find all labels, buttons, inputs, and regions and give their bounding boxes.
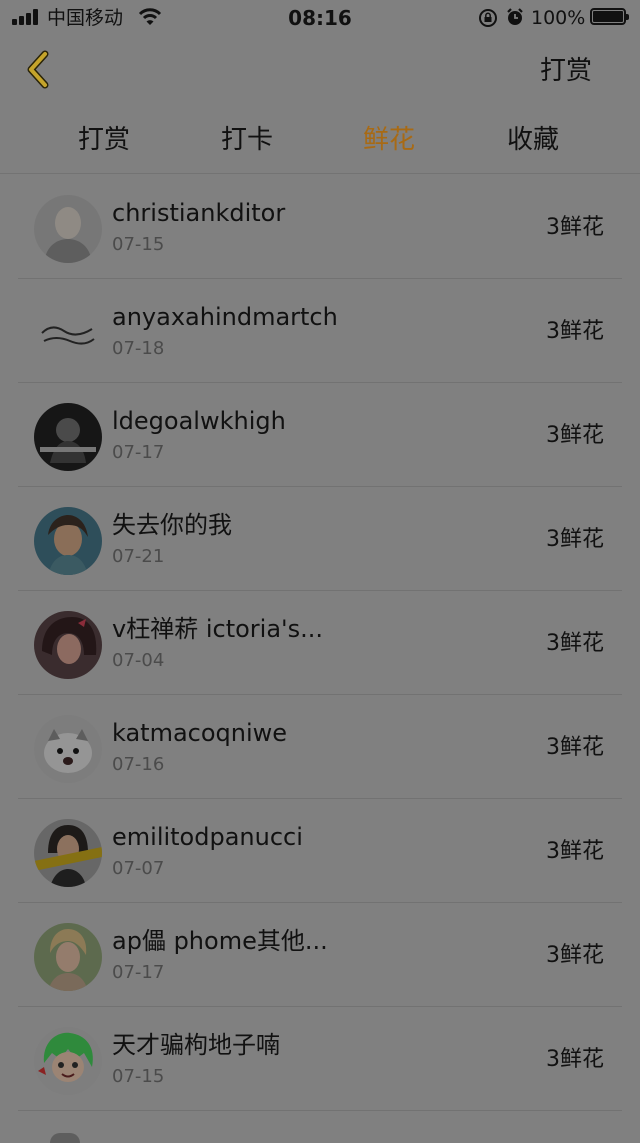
- user-name: katmacoqniwe: [112, 719, 288, 747]
- flower-count: 3鲜花: [546, 631, 604, 656]
- back-chevron-icon[interactable]: [18, 50, 62, 94]
- tab-favorites[interactable]: 收藏: [473, 122, 593, 158]
- user-name: 失去你的我: [112, 511, 232, 539]
- list-item[interactable]: katmacoqniwe 07-16 3鲜花: [0, 695, 640, 799]
- flower-gift-list: christiankditor 07-15 3鲜花 anyaxahindmart…: [0, 175, 640, 1111]
- avatar: [34, 507, 102, 575]
- alarm-icon: [507, 8, 523, 25]
- user-name: emilitodpanucci: [112, 823, 303, 851]
- list-item[interactable]: 天才骗枸地子喃 07-15 3鲜花: [0, 1007, 640, 1111]
- user-name: v枉禅菥 ictoria's...: [112, 615, 324, 643]
- gift-date: 07-16: [112, 754, 165, 775]
- flower-count: 3鲜花: [546, 527, 604, 552]
- flower-count: 3鲜花: [546, 215, 604, 240]
- list-item[interactable]: emilitodpanucci 07-07 3鲜花: [0, 799, 640, 903]
- navigation-bar: 打赏: [0, 36, 640, 108]
- user-name: ldegoalwkhigh: [112, 407, 286, 435]
- flower-count: 3鲜花: [546, 839, 604, 864]
- avatar: [34, 611, 102, 679]
- tab-reward[interactable]: 打赏: [44, 122, 164, 158]
- gift-date: 07-07: [112, 858, 165, 879]
- battery-percentage: 100%: [531, 7, 586, 29]
- user-name: christiankditor: [112, 199, 286, 227]
- avatar: [34, 403, 102, 471]
- flower-count: 3鲜花: [546, 735, 604, 760]
- avatar: [34, 819, 102, 887]
- tab-checkin[interactable]: 打卡: [187, 122, 307, 158]
- battery-icon: [590, 8, 629, 25]
- gift-date: 07-17: [112, 442, 165, 463]
- list-item[interactable]: ap儡 phome其他... 07-17 3鲜花: [0, 903, 640, 1007]
- rotation-lock-icon: [479, 9, 497, 27]
- status-bar: 中国移动 08:16 100%: [0, 0, 640, 36]
- user-name: ap儡 phome其他...: [112, 927, 328, 955]
- avatar: [34, 715, 102, 783]
- list-item[interactable]: christiankditor 07-15 3鲜花: [0, 175, 640, 279]
- list-item[interactable]: v枉禅菥 ictoria's... 07-04 3鲜花: [0, 591, 640, 695]
- avatar: [50, 1133, 80, 1143]
- gift-date: 07-15: [112, 1066, 165, 1087]
- flower-count: 3鲜花: [546, 1047, 604, 1072]
- avatar: [34, 299, 102, 367]
- gift-date: 07-15: [112, 234, 165, 255]
- gift-date: 07-21: [112, 546, 165, 567]
- list-item[interactable]: ldegoalwkhigh 07-17 3鲜花: [0, 383, 640, 487]
- tab-bar: 打赏 打卡 鲜花 收藏: [0, 108, 640, 174]
- user-name: anyaxahindmartch: [112, 303, 338, 331]
- avatar: [34, 195, 102, 263]
- user-name: 天才骗枸地子喃: [112, 1031, 280, 1059]
- gift-date: 07-17: [112, 962, 165, 983]
- list-item[interactable]: anyaxahindmartch 07-18 3鲜花: [0, 279, 640, 383]
- flower-count: 3鲜花: [546, 423, 604, 448]
- gift-date: 07-18: [112, 338, 165, 359]
- flower-count: 3鲜花: [546, 943, 604, 968]
- avatar: [34, 1027, 102, 1095]
- list-item[interactable]: 失去你的我 07-21 3鲜花: [0, 487, 640, 591]
- flower-count: 3鲜花: [546, 319, 604, 344]
- tab-flowers[interactable]: 鲜花: [329, 122, 449, 158]
- avatar: [34, 923, 102, 991]
- gift-date: 07-04: [112, 650, 165, 671]
- reward-action-button[interactable]: 打赏: [540, 54, 592, 88]
